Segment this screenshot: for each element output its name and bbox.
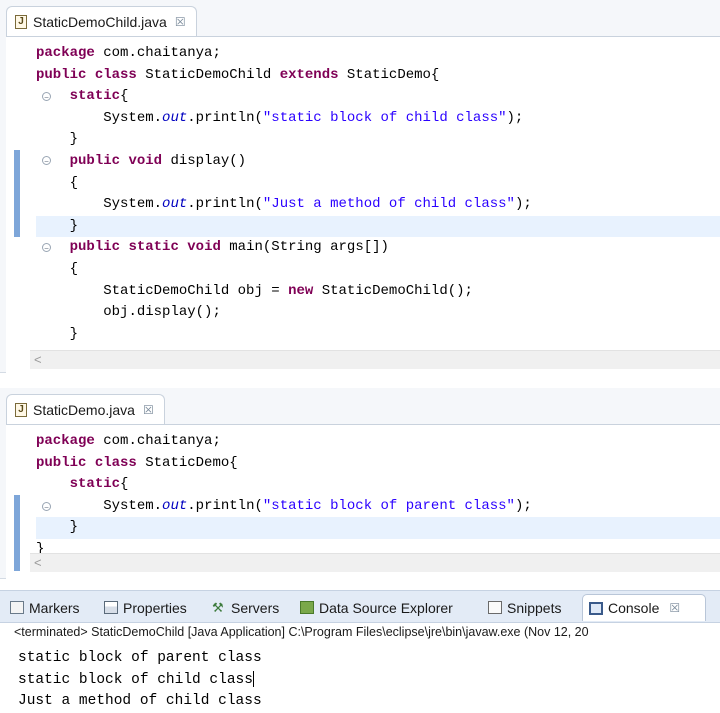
- scroll-left-icon[interactable]: <: [34, 555, 42, 570]
- tab-markers[interactable]: Markers: [10, 594, 80, 621]
- code-editor[interactable]: − package com.chaitanya; public class Sta…: [6, 424, 720, 579]
- markers-icon: [10, 601, 24, 614]
- servers-icon: ⚒: [212, 600, 224, 615]
- snippets-icon: [488, 601, 502, 614]
- editor-tab-staticdemochild[interactable]: J StaticDemoChild.java ☒: [6, 6, 197, 36]
- console-output-line: Just a method of child class: [18, 693, 262, 709]
- code-line: System.out.println("static block of chil…: [103, 109, 524, 126]
- close-tab-icon[interactable]: ☒: [143, 403, 154, 417]
- close-tab-icon[interactable]: ☒: [175, 15, 186, 29]
- java-file-icon: J: [15, 14, 27, 29]
- tab-snippets[interactable]: Snippets: [488, 594, 561, 621]
- code-text[interactable]: package com.chaitanya; public class Stati…: [36, 43, 720, 345]
- code-line: public static void main(String args[]): [69, 239, 389, 256]
- code-line: public class StaticDemoChild extends Sta…: [36, 66, 440, 83]
- tab-servers[interactable]: ⚒ Servers: [212, 594, 279, 621]
- code-line: StaticDemoChild obj = new StaticDemoChil…: [103, 282, 473, 299]
- code-line: }: [36, 215, 720, 238]
- editor-tab-staticdemo[interactable]: J StaticDemo.java ☒: [6, 394, 165, 424]
- tab-label: Servers: [231, 599, 280, 616]
- console-panel: Markers Properties ⚒ Servers Data Source…: [0, 590, 720, 711]
- code-line: }: [36, 517, 720, 539]
- text-caret: [252, 670, 254, 687]
- view-tabstrip: Markers Properties ⚒ Servers Data Source…: [0, 590, 720, 623]
- tab-label: Snippets: [507, 599, 562, 616]
- tab-label: StaticDemo.java: [33, 401, 135, 418]
- editor-pane-staticdemo: J StaticDemo.java ☒ − package com.chaita…: [0, 388, 720, 579]
- code-line: }: [69, 131, 79, 148]
- code-line: package com.chaitanya;: [36, 45, 221, 61]
- editor-tabstrip: J StaticDemo.java ☒: [0, 388, 720, 424]
- code-editor[interactable]: − − − package com.chaitanya; public class…: [6, 36, 720, 373]
- horizontal-scrollbar[interactable]: <: [30, 350, 720, 369]
- properties-icon: [104, 601, 118, 614]
- tab-console[interactable]: Console ☒: [582, 594, 706, 621]
- console-output[interactable]: static block of parent class static block…: [18, 648, 262, 713]
- close-view-icon[interactable]: ☒: [669, 601, 680, 615]
- code-text[interactable]: package com.chaitanya; public class Stati…: [36, 431, 720, 561]
- java-file-icon: J: [15, 402, 27, 417]
- change-marker: [14, 150, 20, 237]
- tab-label: Markers: [29, 599, 80, 616]
- data-source-explorer-icon: [300, 601, 314, 614]
- horizontal-scrollbar[interactable]: <: [30, 553, 720, 572]
- code-line: public class StaticDemo{: [36, 454, 238, 471]
- console-status: <terminated> StaticDemoChild [Java Appli…: [14, 625, 589, 639]
- tab-properties[interactable]: Properties: [104, 594, 187, 621]
- code-line: System.out.println("static block of pare…: [103, 497, 532, 514]
- code-line: obj.display();: [103, 304, 221, 321]
- tab-label: Properties: [123, 599, 187, 616]
- code-line: {: [69, 174, 79, 191]
- console-output-line: static block of parent class: [18, 650, 262, 666]
- code-line: {: [69, 260, 79, 277]
- code-line: System.out.println("Just a method of chi…: [103, 196, 532, 213]
- tab-label: Console: [608, 600, 660, 616]
- editor-tabstrip: J StaticDemoChild.java ☒: [0, 0, 720, 36]
- code-line: package com.chaitanya;: [36, 433, 221, 449]
- console-icon: [589, 601, 603, 615]
- code-line: static{: [69, 88, 129, 105]
- console-output-line: static block of child class: [18, 670, 254, 688]
- code-line: static{: [69, 476, 129, 493]
- editor-pane-staticdemochild: J StaticDemoChild.java ☒ − − − package c…: [0, 0, 720, 373]
- scroll-left-icon[interactable]: <: [34, 352, 42, 367]
- change-marker: [14, 495, 20, 571]
- code-line: }: [69, 325, 79, 342]
- tab-label: Data Source Explorer: [319, 599, 453, 616]
- tab-label: StaticDemoChild.java: [33, 13, 167, 30]
- code-line: public void display(): [69, 152, 247, 169]
- tab-data-source-explorer[interactable]: Data Source Explorer: [300, 594, 453, 621]
